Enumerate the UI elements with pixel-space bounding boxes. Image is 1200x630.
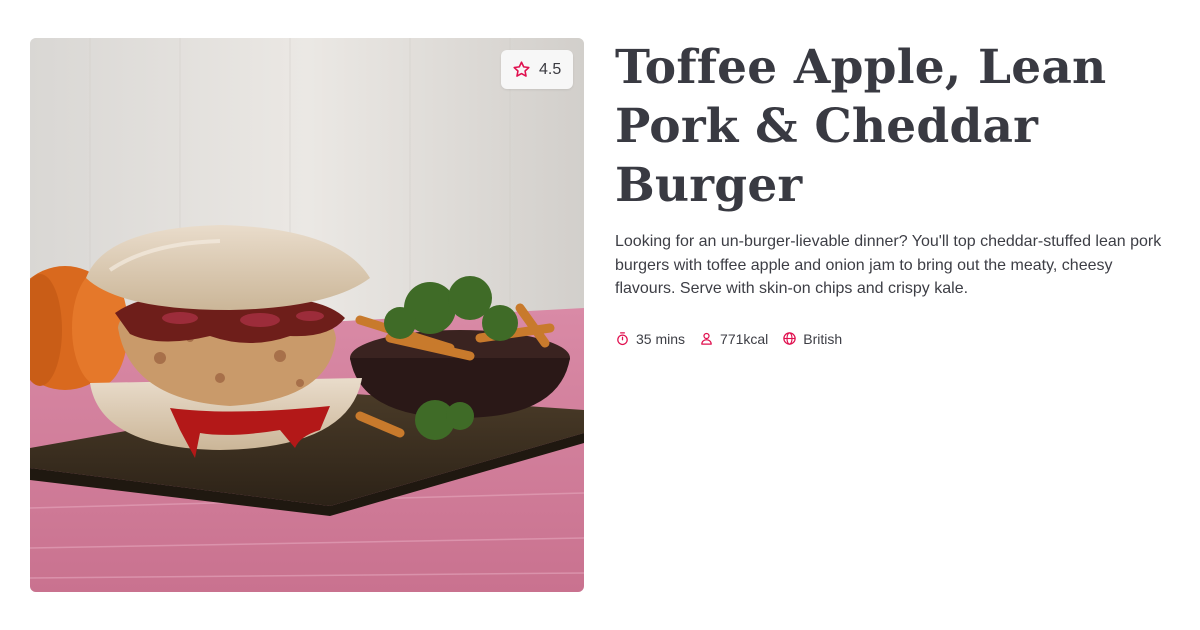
meta-time-label: 35 mins: [636, 330, 686, 347]
star-icon: [513, 61, 530, 77]
meta-time: 35 mins: [615, 331, 685, 347]
recipe-hero-image[interactable]: [30, 38, 584, 592]
meta-cuisine: British: [782, 331, 842, 347]
stopwatch-icon: [617, 332, 628, 346]
burger-photo: [30, 38, 584, 592]
rating-value: 4.5: [539, 60, 562, 78]
rating-badge[interactable]: 4.5: [501, 50, 574, 89]
meta-calories-label: 771kcal: [720, 330, 769, 347]
globe-icon: [783, 332, 797, 345]
recipe-card: 4.5 Toffee Apple, Lean Pork & Cheddar Bu…: [0, 0, 1200, 630]
recipe-meta: 35 mins 771kcal British: [615, 331, 1175, 347]
meta-cuisine-label: British: [803, 330, 843, 347]
recipe-description: Looking for an un-burger-lievable dinner…: [615, 233, 1162, 297]
recipe-title: Toffee Apple, Lean Pork & Cheddar Burger: [615, 40, 1107, 213]
meta-calories: 771kcal: [699, 331, 768, 347]
person-icon: [701, 332, 712, 345]
recipe-details: Toffee Apple, Lean Pork & Cheddar Burger…: [615, 38, 1175, 347]
